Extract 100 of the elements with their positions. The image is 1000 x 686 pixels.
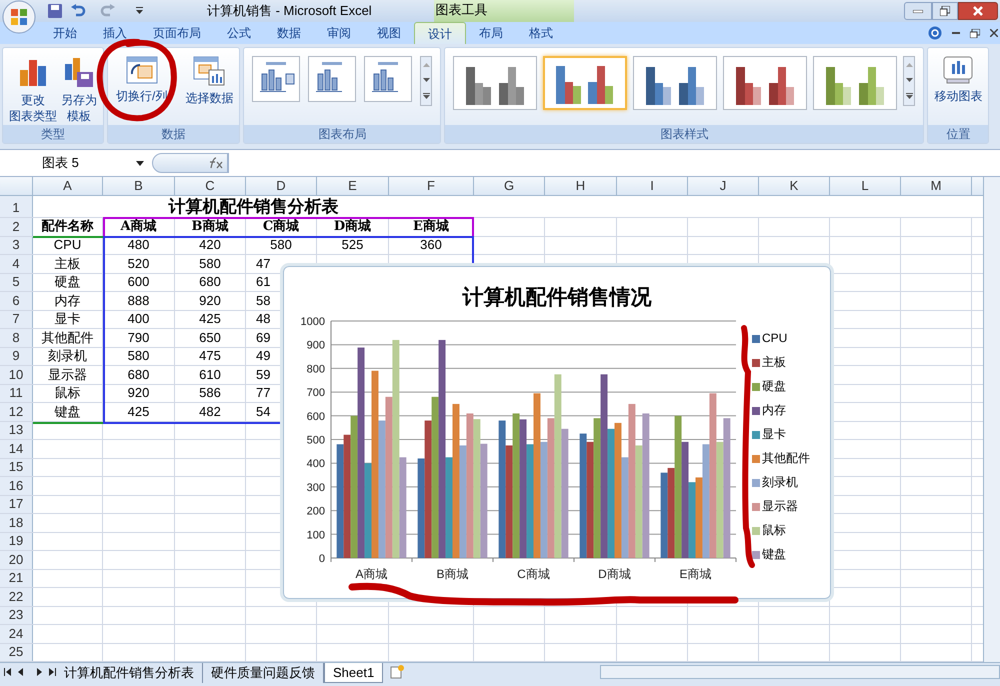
bar-chart-icon xyxy=(556,66,582,104)
ribbon-button[interactable]: 选择数据 xyxy=(183,52,236,126)
help-icon[interactable] xyxy=(928,26,942,40)
column-header[interactable]: J xyxy=(688,177,759,196)
row-header[interactable]: 22 xyxy=(0,588,33,606)
undo-icon[interactable] xyxy=(70,4,86,18)
row-header[interactable]: 12 xyxy=(0,403,33,421)
cell-text: 其他配件 xyxy=(42,330,94,346)
row-header[interactable]: 16 xyxy=(0,477,33,495)
restore-icon[interactable] xyxy=(970,28,980,38)
ribbon-tab[interactable]: 设计 xyxy=(414,22,466,44)
row-header[interactable]: 24 xyxy=(0,625,33,643)
row-header[interactable]: 14 xyxy=(0,440,33,458)
row-header[interactable]: 20 xyxy=(0,551,33,569)
ribbon-tab[interactable]: 页面布局 xyxy=(140,22,214,44)
legend-label: 刻录机 xyxy=(762,474,798,492)
bar-chart-icon xyxy=(768,67,795,105)
column-header[interactable]: K xyxy=(759,177,830,196)
row-header[interactable]: 10 xyxy=(0,366,33,384)
column-header[interactable]: B xyxy=(103,177,175,196)
sheet-tab[interactable]: Sheet1 xyxy=(324,663,384,684)
y-axis-label: 300 xyxy=(306,482,325,494)
row-header[interactable]: 11 xyxy=(0,384,33,402)
minimize-icon[interactable] xyxy=(952,32,960,34)
down-arrow-icon xyxy=(422,78,430,82)
cell-text: 主板 xyxy=(54,256,80,272)
cell-text: 888 xyxy=(128,292,150,309)
column-header[interactable]: I xyxy=(617,177,688,196)
ribbon-tab[interactable]: 插入 xyxy=(90,22,140,44)
column-header[interactable]: A xyxy=(33,177,103,196)
name-box[interactable]: 图表 5 xyxy=(0,153,152,174)
chart-style-thumbnail[interactable] xyxy=(813,56,898,110)
row-header[interactable]: 17 xyxy=(0,496,33,514)
cell-text: 580 xyxy=(128,348,150,364)
fx-icon[interactable] xyxy=(207,157,223,170)
cell-text: 61 xyxy=(256,274,270,290)
ribbon-button[interactable]: 更改 图表类型 xyxy=(7,52,59,126)
column-header[interactable]: F xyxy=(389,177,474,196)
column-header[interactable]: L xyxy=(830,177,901,196)
chart-style-thumbnail[interactable] xyxy=(633,56,718,110)
horizontal-scrollbar[interactable] xyxy=(600,665,1000,680)
ribbon-tab[interactable]: 审阅 xyxy=(314,22,364,44)
chart-layout-thumbnail[interactable] xyxy=(364,56,412,102)
row-header[interactable]: 9 xyxy=(0,348,33,366)
x-axis-label: B商城 xyxy=(436,567,468,582)
column-header[interactable]: D xyxy=(246,177,317,196)
cell-text: 360 xyxy=(420,237,442,254)
ribbon-tab[interactable]: 公式 xyxy=(214,22,264,44)
row-header[interactable]: 8 xyxy=(0,329,33,347)
legend-label: 显示器 xyxy=(762,498,798,516)
sheet-nav-icon[interactable] xyxy=(4,668,56,676)
row-header[interactable]: 19 xyxy=(0,532,33,550)
row-header[interactable]: 2 xyxy=(0,218,33,236)
chart-style-thumbnail[interactable] xyxy=(723,56,808,110)
close-button[interactable] xyxy=(958,2,998,20)
row-header[interactable]: 5 xyxy=(0,274,33,292)
legend-label: CPU xyxy=(762,330,788,348)
row-header[interactable]: 15 xyxy=(0,458,33,476)
ribbon-tab[interactable]: 布局 xyxy=(466,22,516,44)
cell-text: 920 xyxy=(128,385,150,402)
column-header[interactable]: G xyxy=(474,177,545,196)
chart-style-thumbnail[interactable] xyxy=(543,56,628,110)
legend-label: 内存 xyxy=(762,402,786,420)
row-header[interactable]: 23 xyxy=(0,606,33,624)
column-header[interactable]: H xyxy=(545,177,617,196)
ribbon-tab[interactable]: 格式 xyxy=(516,22,566,44)
column-header[interactable]: M xyxy=(901,177,972,196)
row-header[interactable]: 25 xyxy=(0,644,33,662)
ribbon-tab[interactable]: 视图 xyxy=(364,22,414,44)
restore-button[interactable] xyxy=(932,2,958,20)
cell-text: 425 xyxy=(128,404,150,420)
row-header[interactable]: 18 xyxy=(0,514,33,532)
gallery-scroll[interactable] xyxy=(903,56,916,106)
gallery-scroll[interactable] xyxy=(420,56,432,106)
chart-area[interactable]: 计算机配件销售情况 0 100 200 300 400 500 600 700 800 900 1000 A商城 B商城 C商城 D商城 E商城 CPU 主板 硬盘 内存 显卡 其他配件 刻录机 显示器 鼠标 键盘 xyxy=(283,266,831,600)
y-axis-label: 1000 xyxy=(300,316,325,328)
cell-text: 520 xyxy=(128,256,150,272)
row-header[interactable]: 1 xyxy=(0,196,33,218)
save-icon[interactable] xyxy=(48,4,62,18)
column-header[interactable]: C xyxy=(175,177,246,196)
ribbon-tab[interactable]: 数据 xyxy=(264,22,314,44)
ribbon-button[interactable]: 移动图表 xyxy=(932,52,984,126)
more-arrow-icon xyxy=(906,93,913,100)
close-icon[interactable] xyxy=(990,29,998,37)
column-header[interactable]: E xyxy=(317,177,389,196)
row-header[interactable]: 7 xyxy=(0,310,33,328)
cell-text: C商城 xyxy=(262,218,300,235)
minimize-button[interactable] xyxy=(904,2,932,20)
row-header[interactable]: 6 xyxy=(0,292,33,310)
ribbon-tab[interactable]: 开始 xyxy=(40,22,90,44)
chart-layout-thumbnail[interactable] xyxy=(252,56,300,102)
row-header[interactable]: 4 xyxy=(0,255,33,273)
dropdown-icon[interactable] xyxy=(136,7,143,15)
row-header[interactable]: 13 xyxy=(0,422,33,440)
row-header[interactable]: 3 xyxy=(0,236,33,254)
chart-style-thumbnail[interactable] xyxy=(453,56,538,110)
row-header[interactable]: 21 xyxy=(0,570,33,588)
chart-layout-thumbnail[interactable] xyxy=(308,56,356,102)
ribbon-button[interactable]: 另存为 模板 xyxy=(59,52,99,126)
vertical-scrollbar[interactable] xyxy=(983,177,1000,662)
